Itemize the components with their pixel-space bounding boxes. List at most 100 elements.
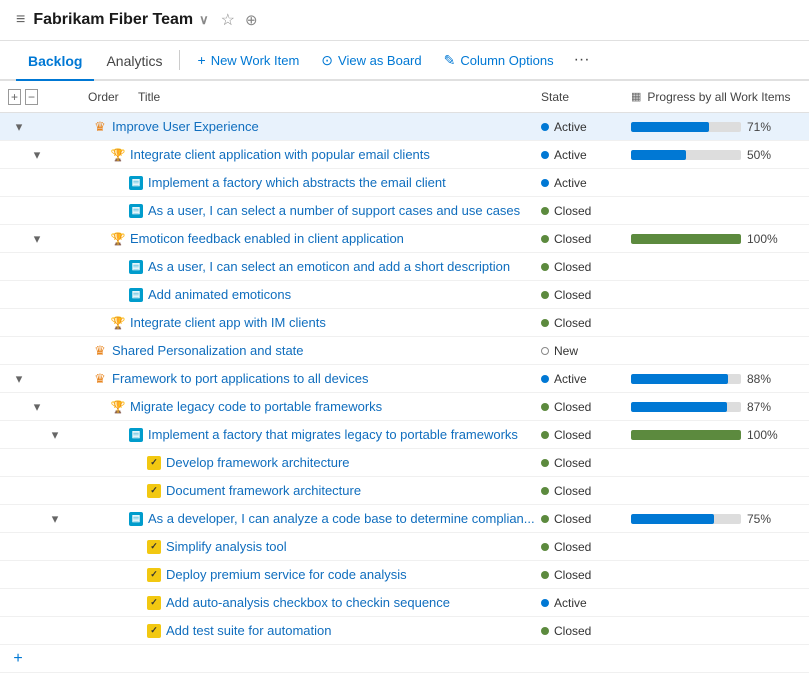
state-dot bbox=[541, 207, 549, 215]
progress-percent: 100% bbox=[747, 428, 781, 442]
task-icon: ✓ bbox=[147, 456, 161, 470]
state-dot bbox=[541, 123, 549, 131]
row-title-text[interactable]: Add animated emoticons bbox=[148, 287, 541, 302]
row-type-icon: ▤ bbox=[128, 287, 144, 303]
row-type-icon: ▤ bbox=[128, 259, 144, 275]
row-title-text[interactable]: As a user, I can select a number of supp… bbox=[148, 203, 541, 218]
progress-bar-fill bbox=[631, 150, 686, 160]
row-title-text[interactable]: Framework to port applications to all de… bbox=[112, 371, 541, 386]
row-type-icon: ✓ bbox=[146, 455, 162, 471]
state-label: Active bbox=[554, 176, 587, 190]
row-title-text[interactable]: Emoticon feedback enabled in client appl… bbox=[130, 231, 541, 246]
row-progress: 88% bbox=[631, 372, 801, 386]
state-label: Closed bbox=[554, 316, 591, 330]
add-row-button[interactable]: + bbox=[8, 649, 28, 669]
task-icon: ✓ bbox=[147, 568, 161, 582]
menu-icon[interactable]: ≡ bbox=[16, 11, 25, 29]
row-title-text[interactable]: Implement a factory which abstracts the … bbox=[148, 175, 541, 190]
star-icon[interactable]: ☆ bbox=[221, 10, 235, 30]
row-title-area: ✓ Add test suite for automation bbox=[146, 623, 541, 639]
board-icon: ⊙ bbox=[321, 52, 333, 69]
row-title-area: ▤ As a user, I can select a number of su… bbox=[128, 203, 541, 219]
epic-icon: ♛ bbox=[94, 119, 106, 135]
progress-percent: 71% bbox=[747, 120, 781, 134]
row-title-text[interactable]: Implement a factory that migrates legacy… bbox=[148, 427, 541, 442]
progress-bar-wrap bbox=[631, 402, 741, 412]
row-title-area: ✓ Add auto-analysis checkbox to checkin … bbox=[146, 595, 541, 611]
person-icon[interactable]: ⊕ bbox=[245, 11, 258, 29]
row-type-icon: ♛ bbox=[92, 343, 108, 359]
row-state: Closed bbox=[541, 204, 631, 218]
expand-all-icon[interactable]: + bbox=[8, 89, 21, 105]
row-title-area: ▤ Implement a factory that migrates lega… bbox=[128, 427, 541, 443]
new-work-item-button[interactable]: + New Work Item bbox=[188, 44, 310, 76]
story-icon: ▤ bbox=[129, 260, 143, 274]
tab-backlog[interactable]: Backlog bbox=[16, 41, 94, 81]
row-title-text[interactable]: Integrate client app with IM clients bbox=[130, 315, 541, 330]
row-title-area: ✓ Simplify analysis tool bbox=[146, 539, 541, 555]
row-type-icon: ▤ bbox=[128, 203, 144, 219]
col-controls: + − bbox=[8, 89, 88, 105]
table-row: ▾ ♛ Improve User Experience ··· Active 7… bbox=[0, 113, 809, 141]
row-type-icon: ✓ bbox=[146, 483, 162, 499]
epic-icon: ♛ bbox=[94, 371, 106, 387]
tab-analytics[interactable]: Analytics bbox=[94, 41, 174, 81]
chevron-down-icon[interactable]: ∨ bbox=[199, 12, 209, 28]
row-toggle[interactable]: ▾ bbox=[30, 232, 44, 246]
collapse-all-icon[interactable]: − bbox=[25, 89, 38, 105]
row-title-text[interactable]: As a user, I can select an emoticon and … bbox=[148, 259, 541, 274]
row-title-text[interactable]: Deploy premium service for code analysis bbox=[166, 567, 541, 582]
row-type-icon: ▤ bbox=[128, 427, 144, 443]
row-title-area: ▤ Add animated emoticons bbox=[128, 287, 541, 303]
table-row: ✓ Document framework architecture Closed bbox=[0, 477, 809, 505]
state-label: Closed bbox=[554, 624, 591, 638]
row-type-icon: ♛ bbox=[92, 119, 108, 135]
row-state: Active bbox=[541, 596, 631, 610]
row-toggle[interactable]: ▾ bbox=[12, 372, 26, 386]
state-label: Closed bbox=[554, 428, 591, 442]
state-dot bbox=[541, 431, 549, 439]
row-toggle[interactable]: ▾ bbox=[12, 120, 26, 134]
nav-divider bbox=[179, 50, 180, 70]
row-title-text[interactable]: Improve User Experience bbox=[112, 119, 519, 134]
table-row: ▾ ♛ Framework to port applications to al… bbox=[0, 365, 809, 393]
row-title-text[interactable]: Simplify analysis tool bbox=[166, 539, 541, 554]
state-dot bbox=[541, 179, 549, 187]
more-actions-button[interactable]: ··· bbox=[566, 43, 598, 77]
add-row: + bbox=[0, 645, 809, 673]
row-state: Closed bbox=[541, 232, 631, 246]
state-label: Closed bbox=[554, 204, 591, 218]
column-options-button[interactable]: ✎ Column Options bbox=[434, 44, 564, 77]
row-title-text[interactable]: Shared Personalization and state bbox=[112, 343, 541, 358]
row-toggle[interactable]: ▾ bbox=[30, 400, 44, 414]
row-toggle[interactable]: ▾ bbox=[48, 512, 62, 526]
row-toggle[interactable]: ▾ bbox=[48, 428, 62, 442]
row-controls: ▾ bbox=[8, 400, 60, 414]
row-title-area: 🏆 Emoticon feedback enabled in client ap… bbox=[110, 231, 541, 247]
table-row: ▾ ▤ As a developer, I can analyze a code… bbox=[0, 505, 809, 533]
table-row: ✓ Add auto-analysis checkbox to checkin … bbox=[0, 589, 809, 617]
view-as-board-button[interactable]: ⊙ View as Board bbox=[311, 44, 431, 77]
state-dot bbox=[541, 515, 549, 523]
row-title-text[interactable]: Add test suite for automation bbox=[166, 623, 541, 638]
state-label: Closed bbox=[554, 540, 591, 554]
row-state: Closed bbox=[541, 260, 631, 274]
state-dot bbox=[541, 403, 549, 411]
state-dot bbox=[541, 347, 549, 355]
row-state: New bbox=[541, 344, 631, 358]
row-title-text[interactable]: Integrate client application with popula… bbox=[130, 147, 541, 162]
row-toggle[interactable]: ▾ bbox=[30, 148, 44, 162]
header-actions: ☆ ⊕ bbox=[221, 10, 258, 30]
row-title-text[interactable]: As a developer, I can analyze a code bas… bbox=[148, 511, 541, 526]
row-title-text[interactable]: Migrate legacy code to portable framewor… bbox=[130, 399, 541, 414]
row-progress: 50% bbox=[631, 148, 801, 162]
progress-bar-wrap bbox=[631, 122, 741, 132]
row-title-text[interactable]: Develop framework architecture bbox=[166, 455, 541, 470]
row-controls: ▾ bbox=[8, 120, 42, 134]
row-title-text[interactable]: Document framework architecture bbox=[166, 483, 541, 498]
row-title-text[interactable]: Add auto-analysis checkbox to checkin se… bbox=[166, 595, 541, 610]
row-type-icon: ✓ bbox=[146, 623, 162, 639]
row-state: Closed bbox=[541, 624, 631, 638]
story-icon: ▤ bbox=[129, 428, 143, 442]
state-dot bbox=[541, 291, 549, 299]
